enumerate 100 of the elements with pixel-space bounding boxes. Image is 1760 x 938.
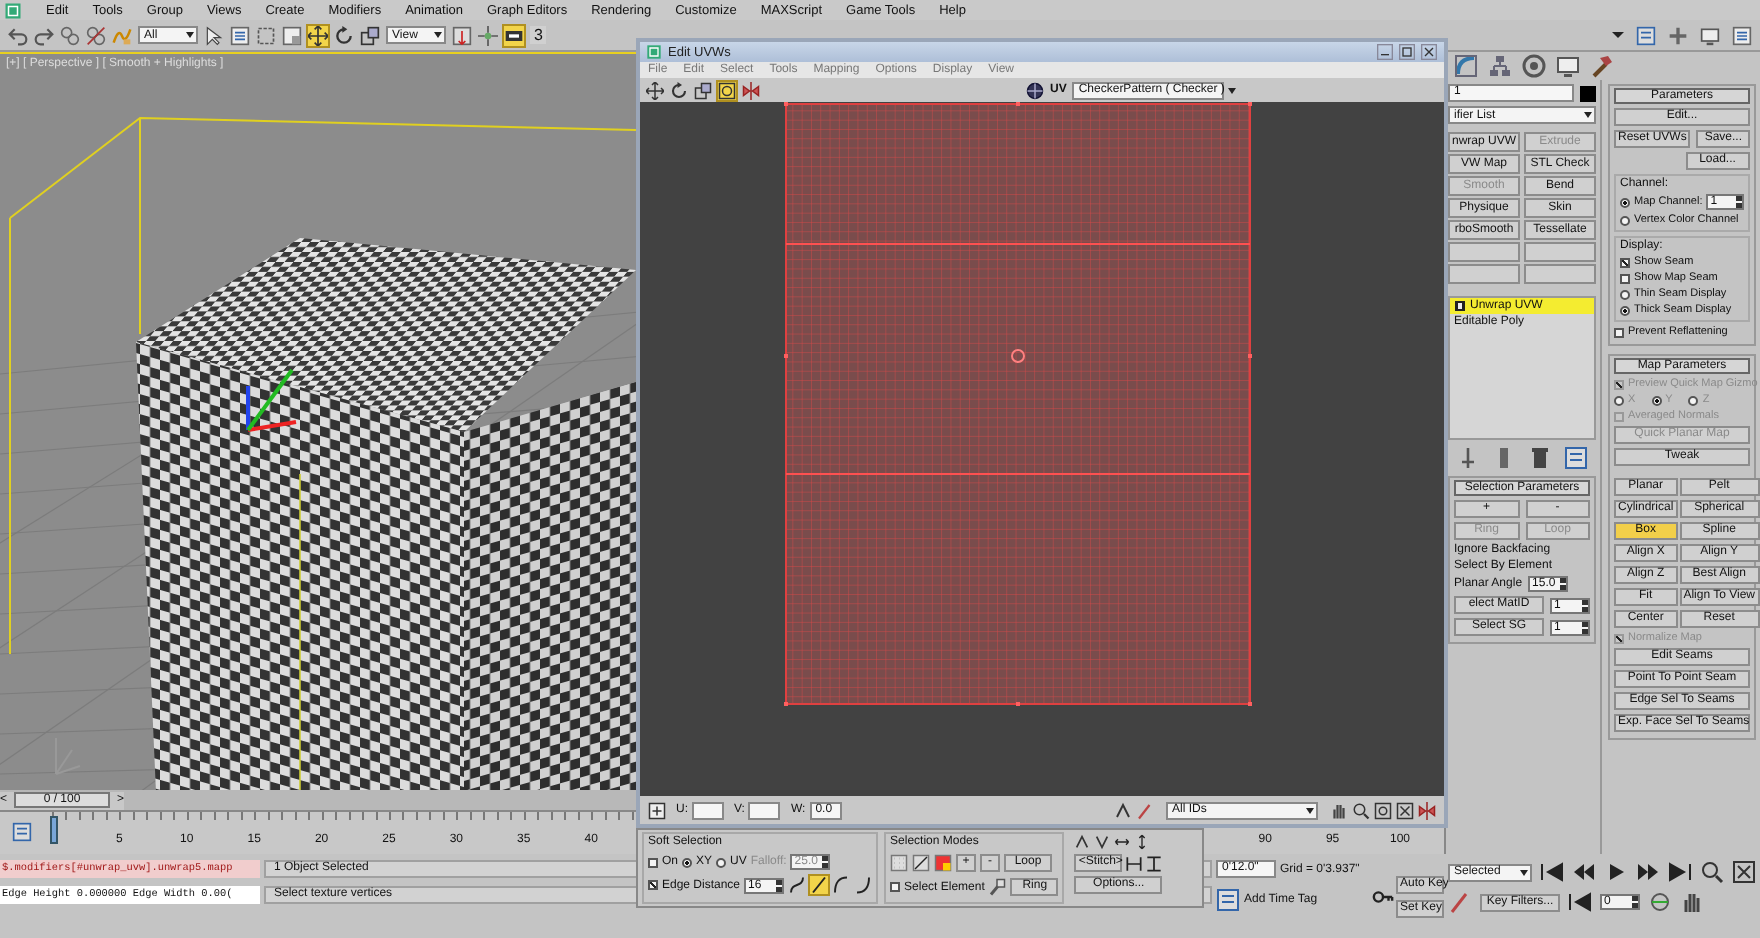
hand-icon[interactable] bbox=[1330, 801, 1348, 819]
go-start-icon[interactable] bbox=[1568, 890, 1592, 914]
configure-icon[interactable] bbox=[12, 822, 32, 842]
radio-button[interactable] bbox=[682, 857, 693, 867]
pen-icon[interactable] bbox=[1448, 890, 1472, 914]
coordinate-field[interactable] bbox=[748, 801, 781, 819]
checkbox[interactable] bbox=[1620, 257, 1630, 267]
display-icon[interactable] bbox=[1556, 54, 1580, 78]
pin-icon[interactable] bbox=[1456, 446, 1480, 470]
region-icon[interactable] bbox=[256, 25, 276, 45]
flip-v-icon[interactable] bbox=[1134, 834, 1151, 850]
checkbox[interactable] bbox=[890, 882, 901, 892]
crossing-icon[interactable] bbox=[282, 25, 302, 45]
trash-icon[interactable] bbox=[1528, 446, 1552, 470]
radio-button[interactable] bbox=[1651, 395, 1662, 405]
caret-icon bbox=[1584, 112, 1592, 118]
weld-icon[interactable] bbox=[1114, 801, 1132, 819]
paint-icon[interactable] bbox=[988, 878, 1007, 896]
scale-icon[interactable] bbox=[360, 25, 380, 45]
break-icon[interactable] bbox=[1094, 834, 1111, 850]
spinner-arrows-icon[interactable] bbox=[1560, 578, 1567, 590]
bulb-icon[interactable] bbox=[1454, 300, 1466, 312]
orbit-icon[interactable] bbox=[1648, 890, 1672, 914]
motion-icon[interactable] bbox=[1522, 54, 1546, 78]
weld-icon[interactable] bbox=[1074, 834, 1091, 850]
mirror-icon[interactable] bbox=[742, 81, 760, 99]
checkbox[interactable] bbox=[648, 880, 658, 890]
hierarchy-icon[interactable] bbox=[1488, 54, 1512, 78]
caret-icon[interactable] bbox=[1612, 32, 1624, 38]
redo-icon[interactable] bbox=[34, 25, 54, 45]
pivot-icon[interactable] bbox=[452, 25, 472, 45]
zoom-icon[interactable] bbox=[1352, 801, 1370, 819]
curve-out-icon[interactable] bbox=[854, 876, 873, 894]
caret-icon bbox=[186, 32, 194, 38]
zoom-region-icon[interactable] bbox=[1374, 801, 1392, 819]
curve-linear-icon[interactable] bbox=[810, 876, 829, 894]
hammer-icon[interactable] bbox=[1590, 54, 1614, 78]
caret-icon bbox=[1228, 87, 1237, 93]
curve-in-icon[interactable] bbox=[832, 876, 851, 894]
prev-frame-icon[interactable] bbox=[1572, 860, 1596, 884]
configure-icon[interactable] bbox=[1216, 888, 1240, 912]
radio-button[interactable] bbox=[1614, 395, 1624, 405]
flip-h-icon[interactable] bbox=[1114, 834, 1131, 850]
radio-button[interactable] bbox=[1620, 305, 1630, 315]
zoom-extents-icon[interactable] bbox=[1732, 860, 1756, 884]
align-v-icon[interactable] bbox=[1146, 855, 1163, 871]
configure-icon[interactable] bbox=[1636, 25, 1656, 45]
caret-icon bbox=[1306, 807, 1314, 813]
spinner-arrows-icon[interactable] bbox=[776, 879, 783, 891]
select-by-name-icon[interactable] bbox=[1732, 25, 1752, 45]
curve-s-icon[interactable] bbox=[788, 876, 807, 894]
uv-app-icon[interactable] bbox=[4, 1, 22, 19]
radio-button[interactable] bbox=[1688, 395, 1699, 405]
radio-button[interactable] bbox=[1620, 215, 1630, 225]
window-max-icon[interactable] bbox=[1398, 44, 1416, 60]
go-end-icon[interactable] bbox=[1668, 860, 1692, 884]
rotate-icon[interactable] bbox=[670, 81, 688, 99]
scale-icon[interactable] bbox=[694, 81, 712, 99]
undo-icon[interactable] bbox=[8, 25, 28, 45]
hand-icon[interactable] bbox=[1680, 890, 1704, 914]
select-icon[interactable] bbox=[204, 25, 224, 45]
plus-icon[interactable] bbox=[1668, 25, 1688, 45]
checkbox[interactable] bbox=[1614, 327, 1624, 337]
key-icon[interactable] bbox=[1372, 885, 1394, 907]
unlink-icon[interactable] bbox=[86, 25, 106, 45]
current-frame-marker[interactable] bbox=[50, 816, 58, 844]
checkbox[interactable] bbox=[648, 857, 658, 867]
window-min-icon[interactable] bbox=[1376, 44, 1394, 60]
color-swatch[interactable] bbox=[1580, 85, 1596, 101]
close-icon[interactable] bbox=[1420, 44, 1438, 60]
rotate-icon[interactable] bbox=[334, 25, 354, 45]
link-icon[interactable] bbox=[60, 25, 80, 45]
spinner-arrows-icon[interactable] bbox=[1736, 196, 1742, 208]
radio-button[interactable] bbox=[1620, 197, 1630, 207]
snap-toggle[interactable]: 3 bbox=[530, 26, 547, 44]
next-frame-icon[interactable] bbox=[1636, 860, 1660, 884]
select-by-name-icon[interactable] bbox=[230, 25, 250, 45]
edge-mode-icon[interactable] bbox=[912, 854, 931, 872]
radio-button[interactable] bbox=[1620, 289, 1630, 299]
freeform-icon[interactable] bbox=[718, 81, 736, 99]
transform-gizmo-icon[interactable] bbox=[246, 368, 297, 432]
globe-icon[interactable] bbox=[1026, 81, 1044, 99]
mirror-icon[interactable] bbox=[1418, 801, 1436, 819]
move-icon[interactable] bbox=[646, 81, 664, 99]
align-h-icon[interactable] bbox=[1126, 855, 1143, 871]
spinner-arrows-icon[interactable] bbox=[822, 856, 829, 868]
zoom-extents-icon[interactable] bbox=[1396, 801, 1414, 819]
modify-icon[interactable] bbox=[1454, 54, 1478, 78]
go-start-icon[interactable] bbox=[1540, 860, 1564, 884]
uv-app-icon bbox=[646, 44, 662, 60]
coordinate-field[interactable] bbox=[692, 801, 724, 819]
play-icon[interactable] bbox=[1604, 860, 1628, 884]
move-icon[interactable] bbox=[308, 25, 328, 45]
configure-icon[interactable] bbox=[1564, 446, 1588, 470]
zoom-icon[interactable] bbox=[1700, 860, 1724, 884]
display-icon[interactable] bbox=[1700, 25, 1720, 45]
spinner-arrows-icon[interactable] bbox=[1632, 896, 1638, 908]
checkbox[interactable] bbox=[1620, 273, 1630, 283]
transform-in-icon[interactable] bbox=[648, 801, 666, 819]
radio-button[interactable] bbox=[716, 857, 727, 867]
